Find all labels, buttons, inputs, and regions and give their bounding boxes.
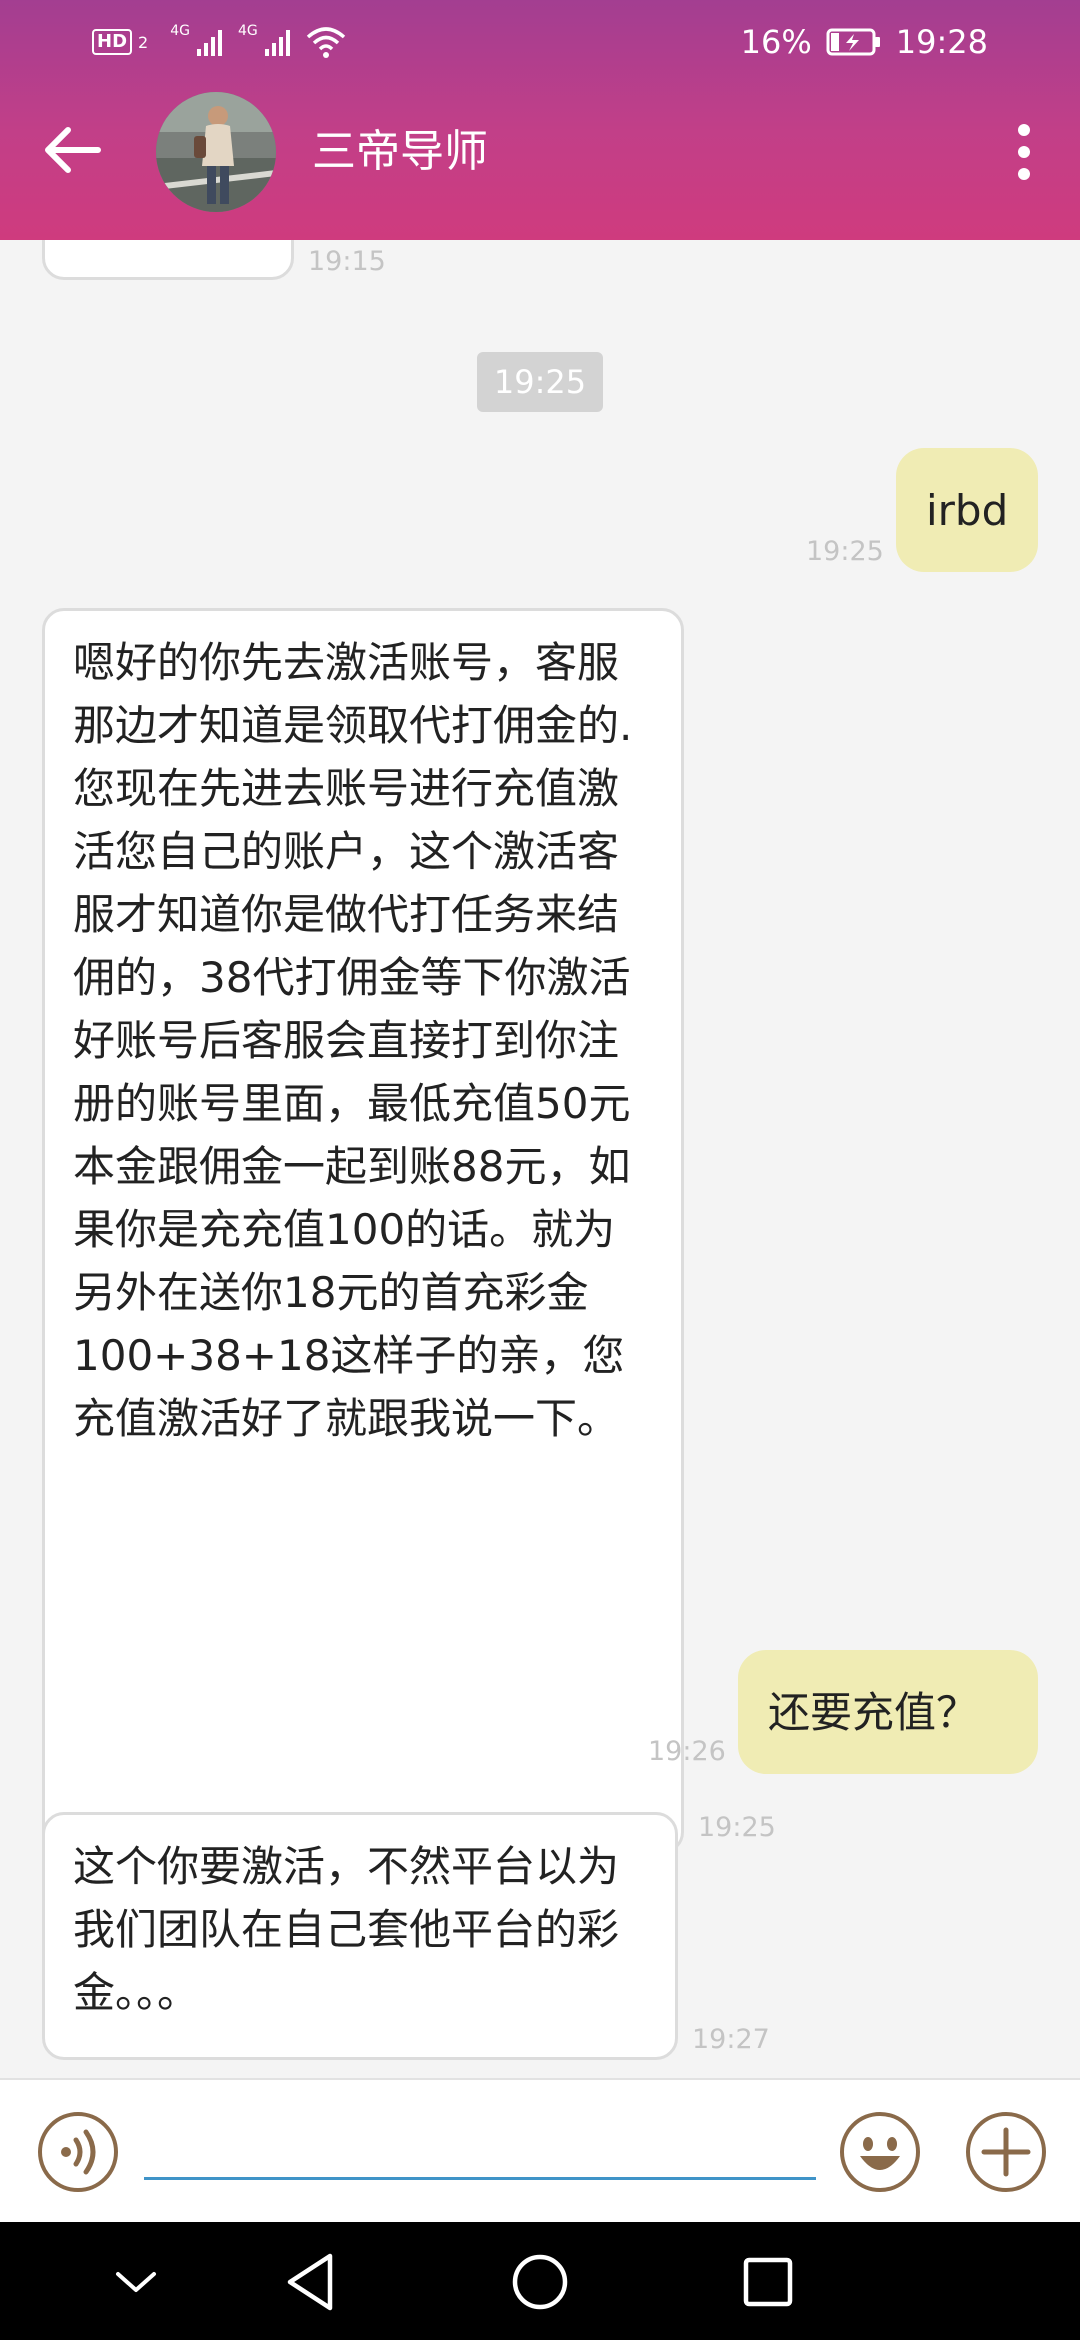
message-text: 嗯好的你先去激活账号，客服那边才知道是领取代打佣金的.您现在先进去账号进行充值激… [73, 638, 633, 1443]
chat-header: HD 2 4G 4G 16% 19:28 三帝导师 [0, 0, 1080, 240]
nav-recents-button[interactable] [728, 2242, 808, 2322]
network-type-2: 4G [237, 23, 258, 39]
message-text: 还要充值？ [768, 1687, 979, 1737]
back-arrow-icon [45, 127, 101, 173]
avatar[interactable] [156, 92, 276, 212]
message-time: 19:25 [806, 536, 884, 567]
message-time: 19:27 [692, 2024, 770, 2055]
title-bar: 三帝导师 [0, 84, 1080, 240]
status-bar: HD 2 4G 4G 16% 19:28 [0, 0, 1080, 84]
wifi-icon [306, 27, 345, 58]
voice-button[interactable] [36, 2110, 120, 2194]
signal-icon [264, 30, 290, 56]
composer-bar [0, 2078, 1080, 2224]
emoji-button[interactable] [838, 2110, 922, 2194]
signal-icon [196, 30, 222, 56]
message-text: irbd [926, 485, 1009, 535]
hd-badge: HD [92, 29, 133, 55]
battery-charging-icon [826, 28, 880, 56]
message-text: 这个你要激活，不然平台以为我们团队在自己套他平台的彩金。。。 [73, 1842, 620, 2017]
more-vertical-icon [1018, 124, 1030, 180]
message-bubble-incoming[interactable] [42, 240, 294, 280]
status-left: HD 2 4G 4G [92, 22, 346, 62]
message-bubble-incoming[interactable]: 嗯好的你先去激活账号，客服那边才知道是领取代打佣金的.您现在先进去账号进行充值激… [42, 608, 684, 1854]
nav-home-button[interactable] [500, 2242, 580, 2322]
more-options-button[interactable] [992, 114, 1056, 190]
message-bubble-incoming[interactable]: 这个你要激活，不然平台以为我们团队在自己套他平台的彩金。。。 [42, 1812, 678, 2060]
nav-back-button[interactable] [270, 2242, 350, 2322]
message-list[interactable]: 19:15 19:25 irbd 19:25 嗯好的你先去激活账号，客服那边才知… [0, 240, 1080, 2080]
voice-icon [38, 2112, 118, 2192]
status-right: 16% 19:28 [741, 18, 988, 66]
nav-hide-keyboard-button[interactable] [96, 2242, 176, 2322]
message-input[interactable] [144, 2110, 816, 2180]
avatar-photo [156, 92, 276, 212]
plus-icon [966, 2112, 1046, 2192]
chevron-down-icon [116, 2272, 156, 2292]
triangle-back-icon [287, 2253, 333, 2311]
message-bubble-outgoing[interactable]: 还要充值？ [738, 1650, 1038, 1774]
more-actions-button[interactable] [964, 2110, 1048, 2194]
message-time: 19:25 [698, 1812, 776, 1843]
battery-percent: 16% [740, 23, 812, 61]
sim-slot-label: 2 [138, 32, 149, 52]
circle-home-icon [512, 2254, 568, 2310]
message-time: 19:26 [648, 1736, 726, 1767]
system-nav-bar [0, 2222, 1080, 2340]
back-button[interactable] [36, 114, 108, 186]
time-divider: 19:25 [477, 352, 603, 412]
contact-name: 三帝导师 [312, 126, 488, 177]
square-recents-icon [743, 2257, 793, 2307]
clock: 19:28 [895, 23, 988, 61]
network-type-1: 4G [170, 23, 190, 39]
message-bubble-outgoing[interactable]: irbd [896, 448, 1038, 572]
emoji-icon [840, 2112, 920, 2192]
message-time: 19:15 [308, 246, 386, 277]
